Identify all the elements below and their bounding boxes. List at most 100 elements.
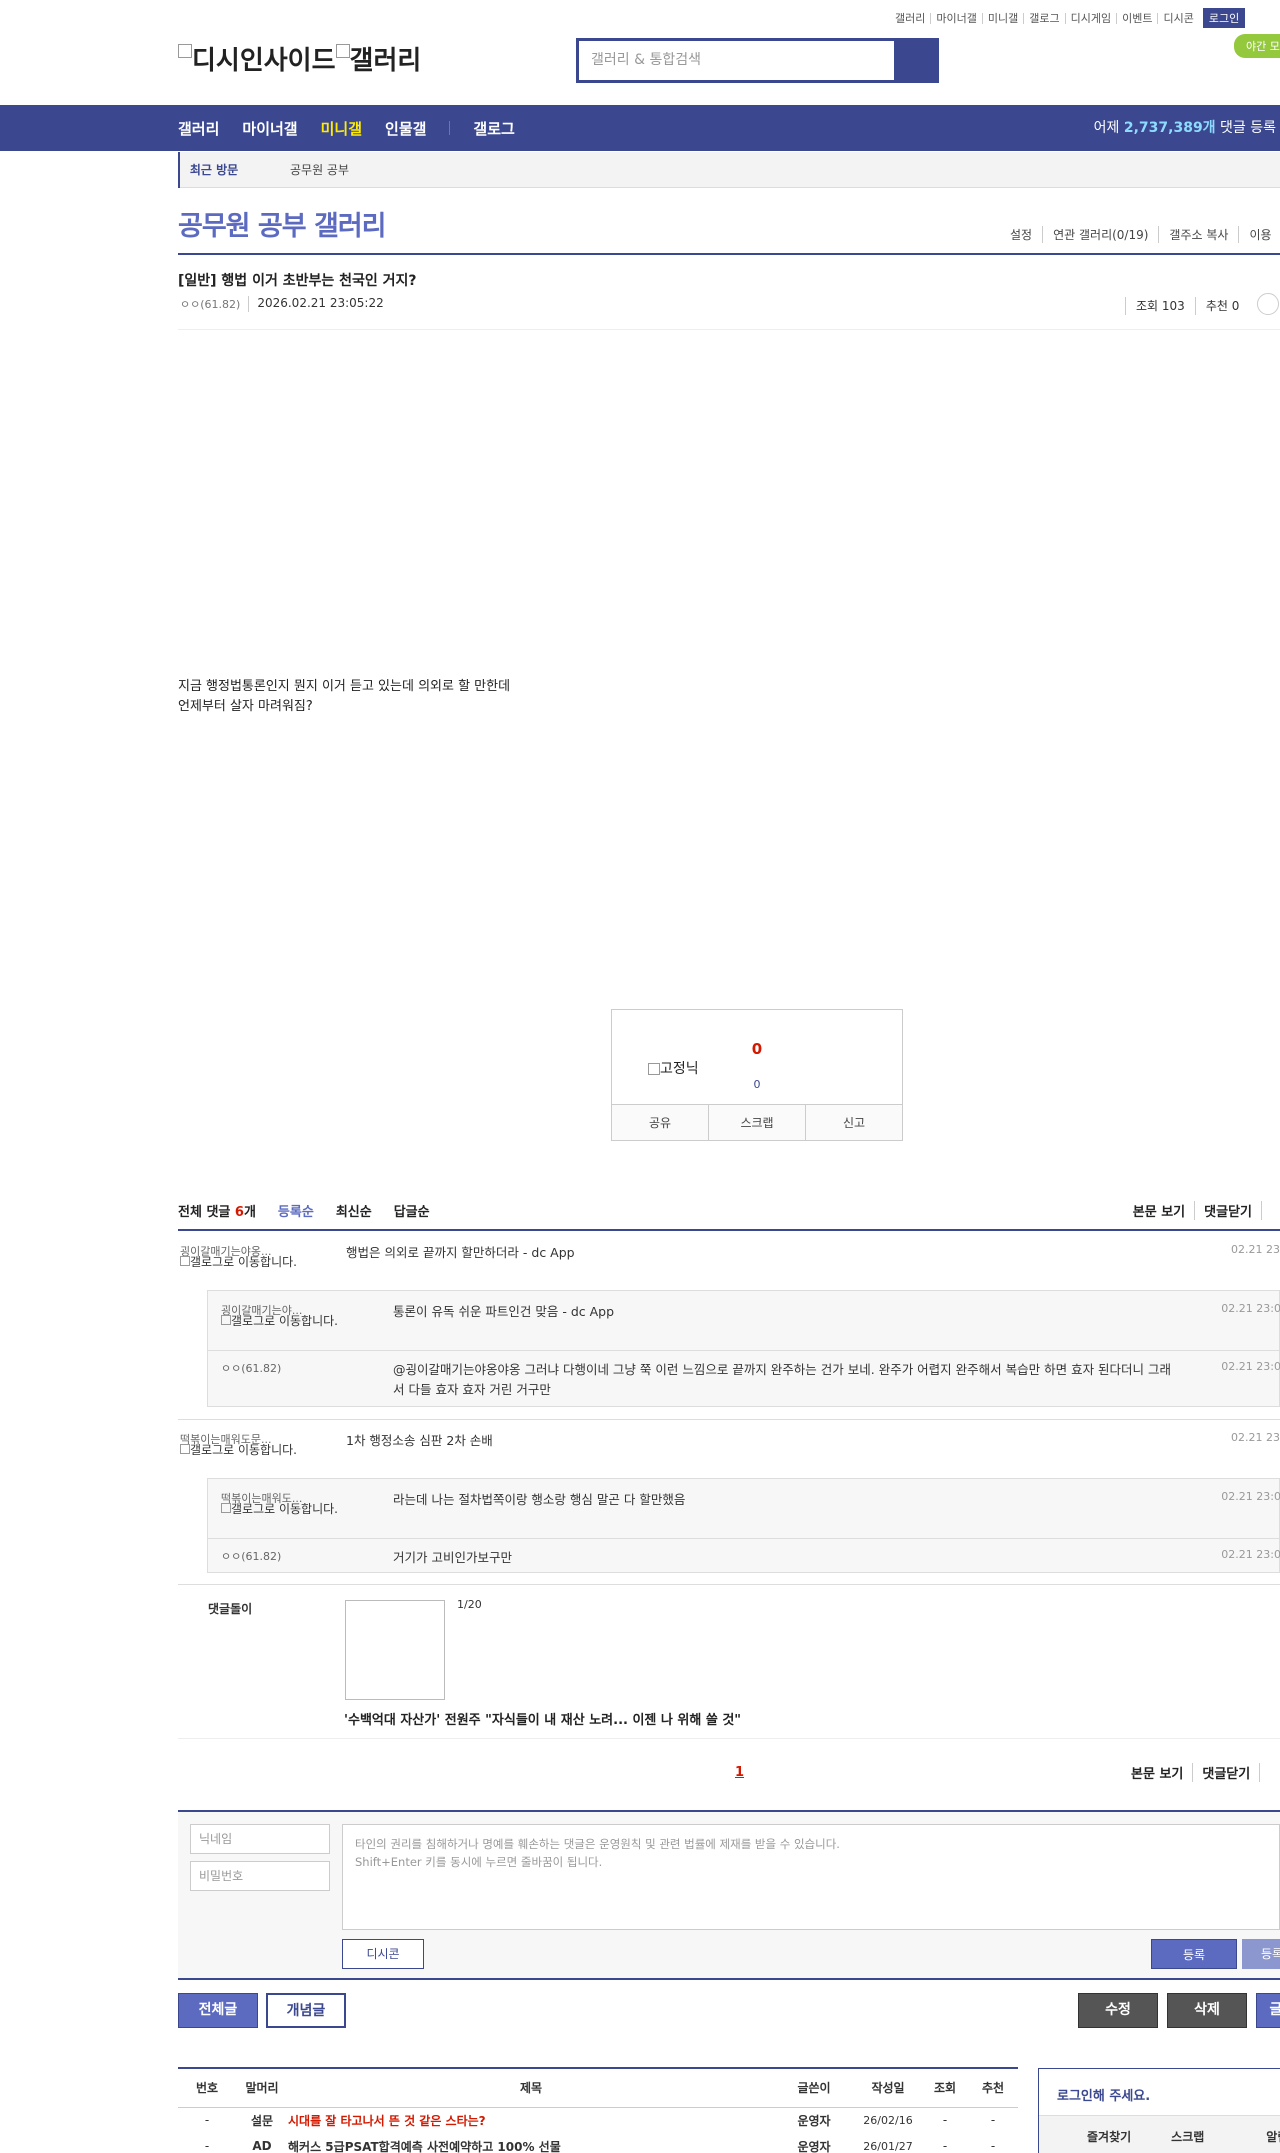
refresh-link[interactable]	[1261, 1201, 1280, 1220]
comment-time: 02.21 23	[1231, 1431, 1280, 1444]
comment-header-line	[178, 1229, 1280, 1231]
reply-text: 라는데 나는 절차법쪽이랑 행소랑 행심 말곤 다 할만했음	[393, 1492, 686, 1507]
view-post-link[interactable]: 본문 보기	[1124, 1201, 1194, 1220]
post-button-row: 전체글 개념글 수정 삭제 글	[178, 1993, 1280, 2029]
col-writer: 글쓴이	[774, 2069, 854, 2108]
reco-count: 추천 0	[1194, 297, 1250, 315]
reply-time: 02.21 23:0	[1221, 1548, 1280, 1561]
write-button[interactable]: 글	[1256, 1993, 1280, 2028]
bot-page: 1/20	[457, 1598, 482, 1611]
top-link-dccon[interactable]: 디시콘	[1158, 13, 1198, 24]
best-posts-button[interactable]: 개념글	[266, 1993, 346, 2028]
gallery-title[interactable]: 공무원 공부 갤러리	[178, 204, 387, 243]
sort-tab-latest[interactable]: 최신순	[336, 1201, 372, 1220]
post-link[interactable]: 해커스 5급PSAT합격예측 사전예약하고 100% 선물	[288, 2133, 774, 2153]
sort-tab-registered[interactable]: 등록순	[278, 1201, 314, 1220]
comment-header: 전체 댓글 6개 등록순 최신순 답글순 본문 보기 댓글닫기	[178, 1201, 1280, 1220]
nav-minor[interactable]: 마이너갤	[242, 118, 297, 139]
col-date: 작성일	[854, 2069, 922, 2108]
nav-gallery[interactable]: 갤러리	[178, 118, 219, 139]
related-gallery-link[interactable]: 연관 갤러리(0/19)	[1042, 226, 1158, 243]
top-link-mini[interactable]: 미니갤	[983, 12, 1025, 24]
post-link[interactable]: 시대를 잘 타고나서 뜬 것 같은 스타는?	[288, 2107, 774, 2133]
refresh-link[interactable]	[1259, 1763, 1278, 1782]
reply-mention[interactable]: @굉이갈매기는야옹야옹	[393, 1362, 521, 1377]
usage-link[interactable]: 이용	[1238, 226, 1280, 243]
bot-thumbnail[interactable]	[345, 1600, 445, 1700]
gallog-link-icon[interactable]: 갤로그로 이동합니다.	[180, 1256, 310, 1269]
reply-box: 떡볶이는매워도... 갤로그로 이동합니다. 라는데 나는 절차법쪽이랑 행소랑…	[207, 1478, 1280, 1573]
dccon-button[interactable]: 디시콘	[342, 1939, 424, 1969]
comment-submit-button[interactable]: 등록	[1151, 1939, 1237, 1969]
close-comments-link[interactable]: 댓글닫기	[1192, 1763, 1259, 1782]
fixed-nick-recommend-icon[interactable]: 고정닉	[648, 1058, 699, 1078]
password-input[interactable]: 비밀번호	[190, 1861, 330, 1891]
edit-button[interactable]: 수정	[1078, 1993, 1158, 2028]
top-link-minor[interactable]: 마이너갤	[931, 12, 983, 24]
table-row[interactable]: - 설문 시대를 잘 타고나서 뜬 것 같은 스타는? 운영자 26/02/16…	[178, 2107, 1018, 2133]
scrap-button[interactable]: 스크랩	[708, 1105, 805, 1140]
top-link-game[interactable]: 디시게임	[1066, 12, 1118, 24]
reply-nick[interactable]: ㅇㅇ(61.82)	[221, 1548, 321, 1564]
col-title: 제목	[288, 2069, 774, 2108]
nav-person[interactable]: 인물갤	[385, 118, 426, 139]
broken-image-icon	[335, 44, 350, 58]
comment-time: 02.21 23	[1231, 1243, 1280, 1256]
recent-visit-item[interactable]: 공무원 공부	[290, 152, 349, 188]
bot-headline[interactable]: '수백억대 자산가' 전원주 "자식들이 내 재산 노려... 이젠 나 위해 …	[344, 1709, 741, 1728]
table-row[interactable]: - AD 해커스 5급PSAT합격예측 사전예약하고 100% 선물 운영자 2…	[178, 2133, 1018, 2153]
gallog-link-icon[interactable]: 갤로그로 이동합니다.	[221, 1503, 351, 1516]
copy-address-link[interactable]: 갤주소 복사	[1158, 226, 1238, 243]
sort-tab-replies[interactable]: 답글순	[394, 1201, 430, 1220]
comment-write-box: 닉네임 비밀번호 타인의 권리를 침해하거나 명예를 훼손하는 댓글은 운영원칙…	[178, 1810, 1280, 1980]
bot-label: 댓글돌이	[208, 1602, 253, 1616]
recent-visit-bar: 최근 방문 공무원 공부	[178, 152, 1280, 188]
comment-footer-links: 본문 보기 댓글닫기	[1122, 1763, 1278, 1782]
reply-text: 거기가 고비인가보구만	[393, 1550, 512, 1565]
comment-submit-reco-button[interactable]: 등록	[1242, 1939, 1280, 1969]
top-link-gallery[interactable]: 갤러리	[890, 12, 932, 24]
nav-divider	[449, 121, 451, 135]
comment-textarea[interactable]: 타인의 권리를 침해하거나 명예를 훼손하는 댓글은 운영원칙 및 관련 법률에…	[342, 1824, 1280, 1930]
close-comments-link[interactable]: 댓글닫기	[1194, 1201, 1261, 1220]
all-posts-button[interactable]: 전체글	[178, 1993, 258, 2028]
reply-divider	[208, 1538, 1280, 1539]
nav-mini[interactable]: 미니갤	[321, 118, 362, 139]
share-button[interactable]: 공유	[612, 1105, 708, 1140]
site-logo[interactable]: 디시인사이드 갤러리	[178, 40, 421, 77]
nickname-input[interactable]: 닉네임	[190, 1824, 330, 1854]
comment-page-current[interactable]: 1	[735, 1765, 744, 1780]
login-box: 로그인해 주세요. 즐겨찾기 스크랩 알림	[1038, 2068, 1280, 2153]
login-button[interactable]: 로그인	[1202, 8, 1246, 28]
search-button[interactable]	[894, 41, 936, 80]
tab-scrap[interactable]: 스크랩	[1131, 2116, 1204, 2153]
search-input[interactable]: 갤러리 & 통합검색	[579, 41, 894, 80]
gallog-link-icon[interactable]: 갤로그로 이동합니다.	[180, 1444, 310, 1457]
top-link-gallog[interactable]: 갤로그	[1024, 12, 1066, 24]
post-divider	[178, 329, 1280, 330]
body-line: 언제부터 살자 마려워짐?	[178, 699, 313, 714]
top-link-event[interactable]: 이벤트	[1117, 12, 1159, 24]
gallog-link-icon[interactable]: 갤로그로 이동합니다.	[221, 1315, 351, 1328]
comment-divider	[178, 1419, 1280, 1420]
tab-favorites[interactable]: 즐겨찾기	[1039, 2116, 1131, 2153]
delete-button[interactable]: 삭제	[1167, 1993, 1247, 2028]
post-list: 번호 말머리 제목 글쓴이 작성일 조회 추천 - 설문 시대를 잘 타고나서 …	[178, 2067, 1018, 2153]
more-icon[interactable]	[1257, 293, 1280, 315]
writer-nick[interactable]: ㅇㅇ	[180, 298, 200, 311]
reply-text: @굉이갈매기는야옹야옹 그러냐 다행이네 그냥 쭉 이런 느낌으로 끝까지 완주…	[393, 1362, 1172, 1397]
recent-visit-label: 최근 방문	[178, 152, 248, 188]
tab-alarm[interactable]: 알림	[1204, 2116, 1280, 2153]
settings-link[interactable]: 설정	[1000, 226, 1042, 243]
post-date: 2026.02.21 23:05:22	[248, 296, 384, 312]
view-post-link[interactable]: 본문 보기	[1122, 1763, 1192, 1782]
login-prompt[interactable]: 로그인해 주세요.	[1057, 2085, 1150, 2104]
post-body: 지금 행정법통론인지 뭔지 이거 듣고 있는데 의외로 할 만한데 언제부터 살…	[178, 677, 510, 717]
nav-gallog[interactable]: 갤로그	[473, 118, 514, 139]
night-mode-button[interactable]: 야간 모	[1234, 34, 1280, 58]
report-button[interactable]: 신고	[805, 1105, 902, 1140]
comment-text: 1차 행정소송 심판 2차 손배	[346, 1433, 493, 1448]
col-head: 말머리	[236, 2069, 288, 2108]
reply-nick[interactable]: ㅇㅇ(61.82)	[221, 1360, 321, 1376]
recommend-count: 0	[751, 1040, 763, 1058]
